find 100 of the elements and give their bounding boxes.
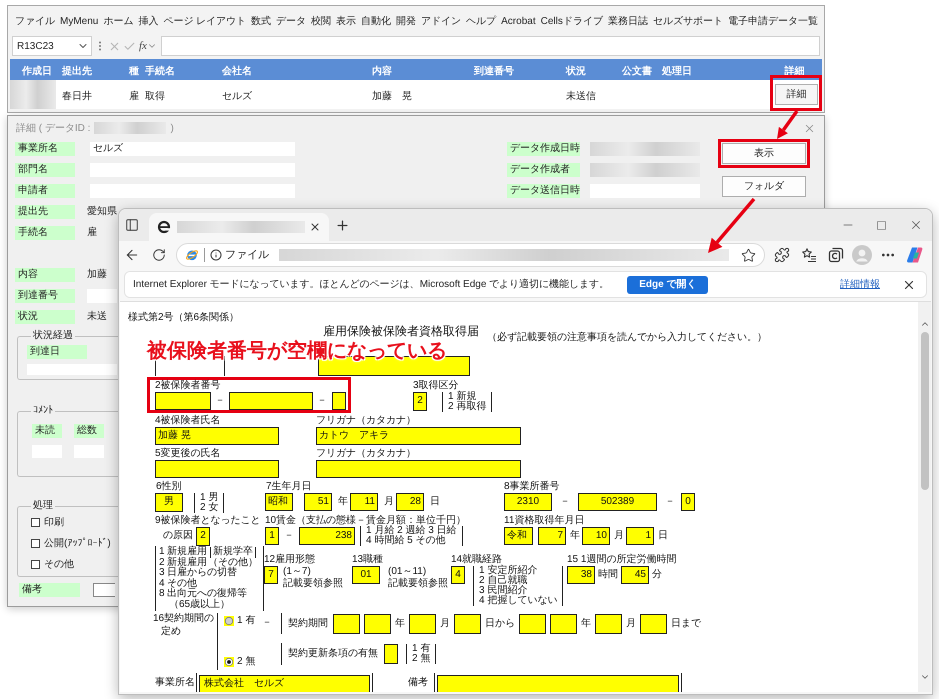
input-field[interactable] bbox=[155, 392, 211, 410]
menu-tab[interactable]: 挿入 bbox=[138, 16, 158, 28]
insert-function-button[interactable]: fx bbox=[139, 38, 147, 54]
menu-tab[interactable]: Cellsドライブ bbox=[540, 16, 603, 28]
input-field[interactable] bbox=[409, 614, 436, 634]
menu-tab[interactable]: 業務日誌 bbox=[608, 16, 648, 28]
input-field[interactable]: 38 bbox=[567, 566, 595, 584]
menu-tab[interactable]: データ bbox=[276, 16, 306, 28]
input-field[interactable]: 令和 bbox=[504, 527, 533, 545]
scrollbar-thumb[interactable] bbox=[920, 332, 928, 490]
menu-tab[interactable]: 開発 bbox=[396, 16, 416, 28]
check-icon[interactable] bbox=[123, 40, 136, 52]
input-field[interactable] bbox=[595, 614, 622, 634]
formula-input[interactable] bbox=[160, 36, 820, 56]
option-text: 4 時間給 5 その他 bbox=[366, 536, 446, 546]
input-field[interactable] bbox=[229, 392, 313, 410]
form-label: 2被保険者番号 bbox=[155, 380, 222, 392]
tab-panel-icon[interactable] bbox=[125, 218, 139, 232]
action-button[interactable]: 表示 bbox=[722, 143, 806, 164]
input-field[interactable]: 502389 bbox=[578, 493, 657, 511]
refresh-icon[interactable] bbox=[152, 248, 166, 262]
checkbox[interactable] bbox=[31, 538, 40, 548]
option-text: 3 民間紹介 bbox=[479, 586, 528, 596]
input-field[interactable]: 7 bbox=[538, 527, 566, 545]
input-field[interactable] bbox=[333, 614, 360, 634]
menu-tab[interactable]: 自動化 bbox=[361, 16, 392, 28]
name-box[interactable]: R13C23 bbox=[12, 36, 92, 56]
logo-icon[interactable] bbox=[906, 246, 924, 264]
input-field[interactable]: 昭和 bbox=[265, 493, 293, 511]
input-field[interactable]: 51 bbox=[304, 493, 332, 511]
field-label: 手続名 bbox=[15, 226, 75, 240]
input-field[interactable]: 加藤 晃 bbox=[155, 427, 279, 445]
menu-tab[interactable]: Acrobat bbox=[501, 16, 536, 28]
menu-tab[interactable]: ページ レイアウト bbox=[163, 16, 246, 28]
menu-tab[interactable]: MyMenu bbox=[60, 16, 98, 28]
details-link[interactable]: 詳細情報 bbox=[840, 277, 880, 292]
star-icon[interactable] bbox=[741, 248, 756, 262]
scrollbar[interactable] bbox=[918, 302, 931, 692]
menu-tab[interactable]: ファイル bbox=[15, 16, 55, 28]
menu-tab[interactable]: アドイン bbox=[421, 16, 462, 28]
input-field[interactable]: 男 bbox=[155, 493, 183, 512]
menu-tab[interactable]: 表示 bbox=[336, 16, 356, 28]
input-field[interactable] bbox=[519, 614, 546, 634]
page-logo-icon bbox=[157, 220, 171, 234]
menu-tab[interactable]: セルズサポート bbox=[652, 16, 723, 28]
input-field[interactable] bbox=[550, 614, 577, 634]
input-field[interactable]: 11 bbox=[350, 493, 378, 511]
back-icon[interactable] bbox=[124, 247, 140, 263]
input-field[interactable]: 0 bbox=[681, 493, 695, 511]
note-text: 記載要領参照 bbox=[283, 578, 343, 590]
input-field[interactable]: 10 bbox=[582, 527, 610, 545]
address-bar[interactable]: ファイル bbox=[176, 243, 765, 267]
input-field[interactable] bbox=[93, 583, 115, 597]
info-icon[interactable] bbox=[210, 249, 222, 261]
menu-tab[interactable]: ホーム bbox=[103, 16, 134, 28]
close-tab-icon[interactable] bbox=[309, 221, 321, 233]
column-header: 会社名 bbox=[222, 66, 252, 76]
input-field[interactable]: 1 bbox=[626, 527, 654, 545]
input-field[interactable]: 株式会社 セルズ bbox=[199, 675, 370, 692]
input-field[interactable]: セルズ bbox=[90, 142, 295, 156]
radio-button[interactable] bbox=[224, 616, 234, 626]
checkbox[interactable] bbox=[31, 518, 40, 526]
close-icon[interactable] bbox=[909, 218, 923, 232]
form-label: フリガナ（カタカナ） bbox=[316, 415, 417, 427]
maximize-icon[interactable] bbox=[876, 220, 887, 230]
input-field[interactable] bbox=[364, 614, 391, 634]
input-field[interactable]: 4 bbox=[451, 566, 465, 584]
new-tab-icon[interactable] bbox=[335, 218, 350, 232]
input-field[interactable]: 2310 bbox=[504, 493, 552, 511]
action-button[interactable]: フォルダ bbox=[722, 176, 806, 197]
input-field[interactable] bbox=[640, 614, 667, 634]
detail-button[interactable]: 詳細 bbox=[775, 84, 818, 105]
input-field[interactable]: 45 bbox=[621, 566, 649, 584]
menu-tab[interactable]: 電子申請データ一覧 bbox=[728, 16, 818, 28]
menu-tab[interactable]: 校閲 bbox=[311, 16, 332, 28]
checkbox[interactable] bbox=[31, 560, 40, 568]
input-field[interactable]: カトウ アキラ bbox=[316, 427, 521, 445]
unit-text: 日 bbox=[658, 530, 668, 542]
input-field[interactable] bbox=[316, 460, 521, 478]
open-in-edge-button[interactable]: Edge で開く bbox=[627, 276, 708, 294]
input-field[interactable] bbox=[384, 644, 398, 664]
input-field[interactable] bbox=[155, 460, 279, 478]
puzzle-icon[interactable] bbox=[774, 247, 790, 263]
form-label: 3取得区分 bbox=[413, 380, 459, 391]
input-field[interactable]: 28 bbox=[396, 493, 424, 511]
favorites-list-icon[interactable] bbox=[801, 247, 817, 263]
input-field[interactable]: 1 bbox=[265, 527, 279, 545]
collections-icon[interactable] bbox=[828, 247, 844, 263]
menu-tab[interactable]: ヘルプ bbox=[466, 16, 496, 28]
input-field[interactable]: 238 bbox=[299, 527, 355, 545]
input-field[interactable]: 01 bbox=[352, 566, 380, 584]
radio-button[interactable] bbox=[224, 657, 234, 667]
input-field[interactable]: 2 bbox=[196, 527, 210, 546]
input-field[interactable]: 2 bbox=[413, 392, 427, 411]
input-field[interactable] bbox=[454, 614, 481, 634]
menu-tab[interactable]: 数式 bbox=[251, 16, 272, 28]
input-field[interactable] bbox=[332, 392, 346, 410]
input-field[interactable]: 7 bbox=[264, 566, 278, 584]
input-field[interactable] bbox=[27, 364, 117, 375]
input-field[interactable] bbox=[87, 289, 117, 303]
